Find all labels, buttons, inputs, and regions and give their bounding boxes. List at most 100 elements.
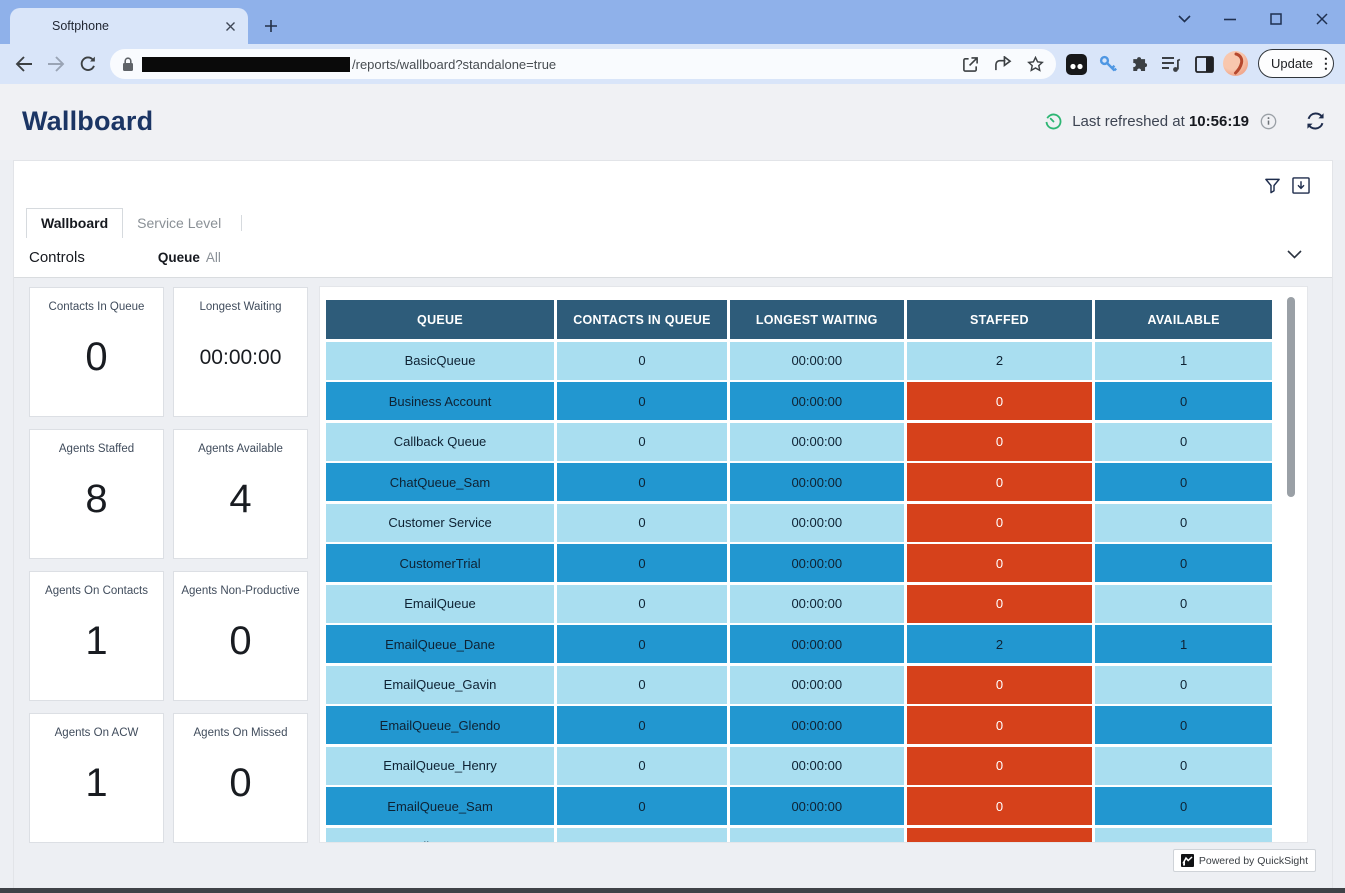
forward-icon[interactable] bbox=[44, 52, 68, 76]
table-row[interactable]: EmailQueue_Dane000:00:0021 bbox=[326, 625, 1272, 663]
staffed-cell[interactable]: 2 bbox=[907, 342, 1093, 380]
longest-cell[interactable]: 00:00:00 bbox=[730, 342, 904, 380]
share-icon[interactable] bbox=[994, 56, 1012, 73]
table-row[interactable]: EmailQueue_Sam000:00:0000 bbox=[326, 787, 1272, 825]
profile-avatar[interactable] bbox=[1223, 51, 1248, 76]
browser-tab[interactable]: Softphone bbox=[10, 8, 248, 44]
close-window-icon[interactable] bbox=[1299, 0, 1345, 38]
contacts-cell[interactable]: 0 bbox=[557, 787, 727, 825]
queue-cell[interactable]: BasicQueue bbox=[326, 342, 554, 380]
export-icon[interactable] bbox=[1291, 175, 1311, 195]
bookmark-star-icon[interactable] bbox=[1027, 56, 1044, 73]
staffed-cell[interactable]: 0 bbox=[907, 463, 1093, 501]
info-icon[interactable] bbox=[1260, 113, 1277, 130]
open-in-new-icon[interactable] bbox=[962, 56, 979, 73]
available-cell[interactable]: 0 bbox=[1095, 585, 1272, 623]
col-staffed[interactable]: STAFFED bbox=[907, 300, 1093, 339]
staffed-cell[interactable]: 0 bbox=[907, 382, 1093, 420]
tab-service-level[interactable]: Service Level bbox=[123, 209, 235, 238]
table-scrollbar[interactable] bbox=[1287, 297, 1295, 497]
table-row[interactable]: Callback Queue000:00:0000 bbox=[326, 423, 1272, 461]
table-row[interactable]: Business Account000:00:0000 bbox=[326, 382, 1272, 420]
longest-cell[interactable]: 00:00:00 bbox=[730, 828, 904, 844]
tab-close-icon[interactable] bbox=[221, 17, 240, 36]
staffed-cell[interactable]: 2 bbox=[907, 625, 1093, 663]
kpi-agents-available[interactable]: Agents Available 4 bbox=[173, 429, 308, 559]
contacts-cell[interactable]: 0 bbox=[557, 423, 727, 461]
staffed-cell[interactable]: 0 bbox=[907, 585, 1093, 623]
update-browser-button[interactable]: Update ⋮ bbox=[1258, 49, 1334, 78]
new-tab-button[interactable] bbox=[258, 13, 284, 39]
queue-cell[interactable]: EmailQueue_Dane bbox=[326, 625, 554, 663]
contacts-cell[interactable]: 0 bbox=[557, 585, 727, 623]
kpi-agents-staffed[interactable]: Agents Staffed 8 bbox=[29, 429, 164, 559]
table-row[interactable]: EmailQueue_Henry000:00:0000 bbox=[326, 747, 1272, 785]
table-row[interactable]: EmailQueue_Glendo000:00:0000 bbox=[326, 706, 1272, 744]
queue-cell[interactable]: ChatQueue_Sam bbox=[326, 463, 554, 501]
available-cell[interactable]: 0 bbox=[1095, 787, 1272, 825]
media-list-icon[interactable] bbox=[1159, 52, 1183, 76]
staffed-cell[interactable]: 0 bbox=[907, 706, 1093, 744]
available-cell[interactable]: 0 bbox=[1095, 463, 1272, 501]
contacts-cell[interactable]: 0 bbox=[557, 625, 727, 663]
side-panel-icon[interactable] bbox=[1192, 52, 1216, 76]
col-longest-waiting[interactable]: LONGEST WAITING bbox=[730, 300, 904, 339]
kpi-contacts-in-queue[interactable]: Contacts In Queue 0 bbox=[29, 287, 164, 417]
staffed-cell[interactable]: 0 bbox=[907, 828, 1093, 844]
powered-by-quicksight-badge[interactable]: Powered by QuickSight bbox=[1173, 849, 1316, 872]
table-row[interactable]: CustomerTrial000:00:0000 bbox=[326, 544, 1272, 582]
available-cell[interactable]: 0 bbox=[1095, 828, 1272, 844]
filter-icon[interactable] bbox=[1262, 175, 1282, 195]
contacts-cell[interactable]: 0 bbox=[557, 342, 727, 380]
longest-cell[interactable]: 00:00:00 bbox=[730, 747, 904, 785]
kpi-agents-non-productive[interactable]: Agents Non-Productive 0 bbox=[173, 571, 308, 701]
longest-cell[interactable]: 00:00:00 bbox=[730, 787, 904, 825]
staffed-cell[interactable]: 0 bbox=[907, 787, 1093, 825]
minimize-icon[interactable] bbox=[1207, 0, 1253, 38]
contacts-cell[interactable]: 0 bbox=[557, 504, 727, 542]
longest-cell[interactable]: 00:00:00 bbox=[730, 382, 904, 420]
staffed-cell[interactable]: 0 bbox=[907, 504, 1093, 542]
browser-menu-kebab-icon[interactable]: ⋮ bbox=[1319, 61, 1333, 66]
contacts-cell[interactable]: 0 bbox=[557, 666, 727, 704]
table-row[interactable]: ChatQueue_Sam000:00:0000 bbox=[326, 463, 1272, 501]
extension-dots-icon[interactable] bbox=[1064, 52, 1088, 76]
longest-cell[interactable]: 00:00:00 bbox=[730, 544, 904, 582]
maximize-icon[interactable] bbox=[1253, 0, 1299, 38]
col-queue[interactable]: QUEUE bbox=[326, 300, 554, 339]
contacts-cell[interactable]: 0 bbox=[557, 463, 727, 501]
queue-cell[interactable]: EmailQueue_Glendo bbox=[326, 706, 554, 744]
queue-cell[interactable]: CustomerTrial bbox=[326, 544, 554, 582]
controls-collapse-chevron-icon[interactable] bbox=[1287, 250, 1302, 259]
key-extension-icon[interactable] bbox=[1096, 52, 1120, 76]
queue-filter-value[interactable]: All bbox=[206, 250, 221, 265]
tab-search-icon[interactable] bbox=[1161, 0, 1207, 38]
staffed-cell[interactable]: 0 bbox=[907, 544, 1093, 582]
longest-cell[interactable]: 00:00:00 bbox=[730, 706, 904, 744]
table-row[interactable]: Customer Service000:00:0000 bbox=[326, 504, 1272, 542]
table-row[interactable]: EmailQueue000:00:0000 bbox=[326, 585, 1272, 623]
available-cell[interactable]: 1 bbox=[1095, 342, 1272, 380]
kpi-agents-on-missed[interactable]: Agents On Missed 0 bbox=[173, 713, 308, 843]
longest-cell[interactable]: 00:00:00 bbox=[730, 625, 904, 663]
longest-cell[interactable]: 00:00:00 bbox=[730, 504, 904, 542]
available-cell[interactable]: 0 bbox=[1095, 544, 1272, 582]
tab-wallboard[interactable]: Wallboard bbox=[26, 208, 123, 238]
reload-icon[interactable] bbox=[76, 52, 100, 76]
queue-cell[interactable]: Callback Queue bbox=[326, 423, 554, 461]
url-bar[interactable]: /reports/wallboard?standalone=true bbox=[110, 49, 1056, 79]
staffed-cell[interactable]: 0 bbox=[907, 666, 1093, 704]
longest-cell[interactable]: 00:00:00 bbox=[730, 463, 904, 501]
staffed-cell[interactable]: 0 bbox=[907, 747, 1093, 785]
kpi-longest-waiting[interactable]: Longest Waiting 00:00:00 bbox=[173, 287, 308, 417]
queue-cell[interactable]: EmailQueue_Gavin bbox=[326, 666, 554, 704]
available-cell[interactable]: 0 bbox=[1095, 504, 1272, 542]
table-row[interactable]: EmailQueue_T000:00:0000 bbox=[326, 828, 1272, 844]
table-row[interactable]: EmailQueue_Gavin000:00:0000 bbox=[326, 666, 1272, 704]
extensions-puzzle-icon[interactable] bbox=[1128, 52, 1152, 76]
available-cell[interactable]: 0 bbox=[1095, 666, 1272, 704]
available-cell[interactable]: 1 bbox=[1095, 625, 1272, 663]
queue-filter-label[interactable]: Queue bbox=[158, 250, 200, 265]
contacts-cell[interactable]: 0 bbox=[557, 706, 727, 744]
queue-cell[interactable]: Customer Service bbox=[326, 504, 554, 542]
